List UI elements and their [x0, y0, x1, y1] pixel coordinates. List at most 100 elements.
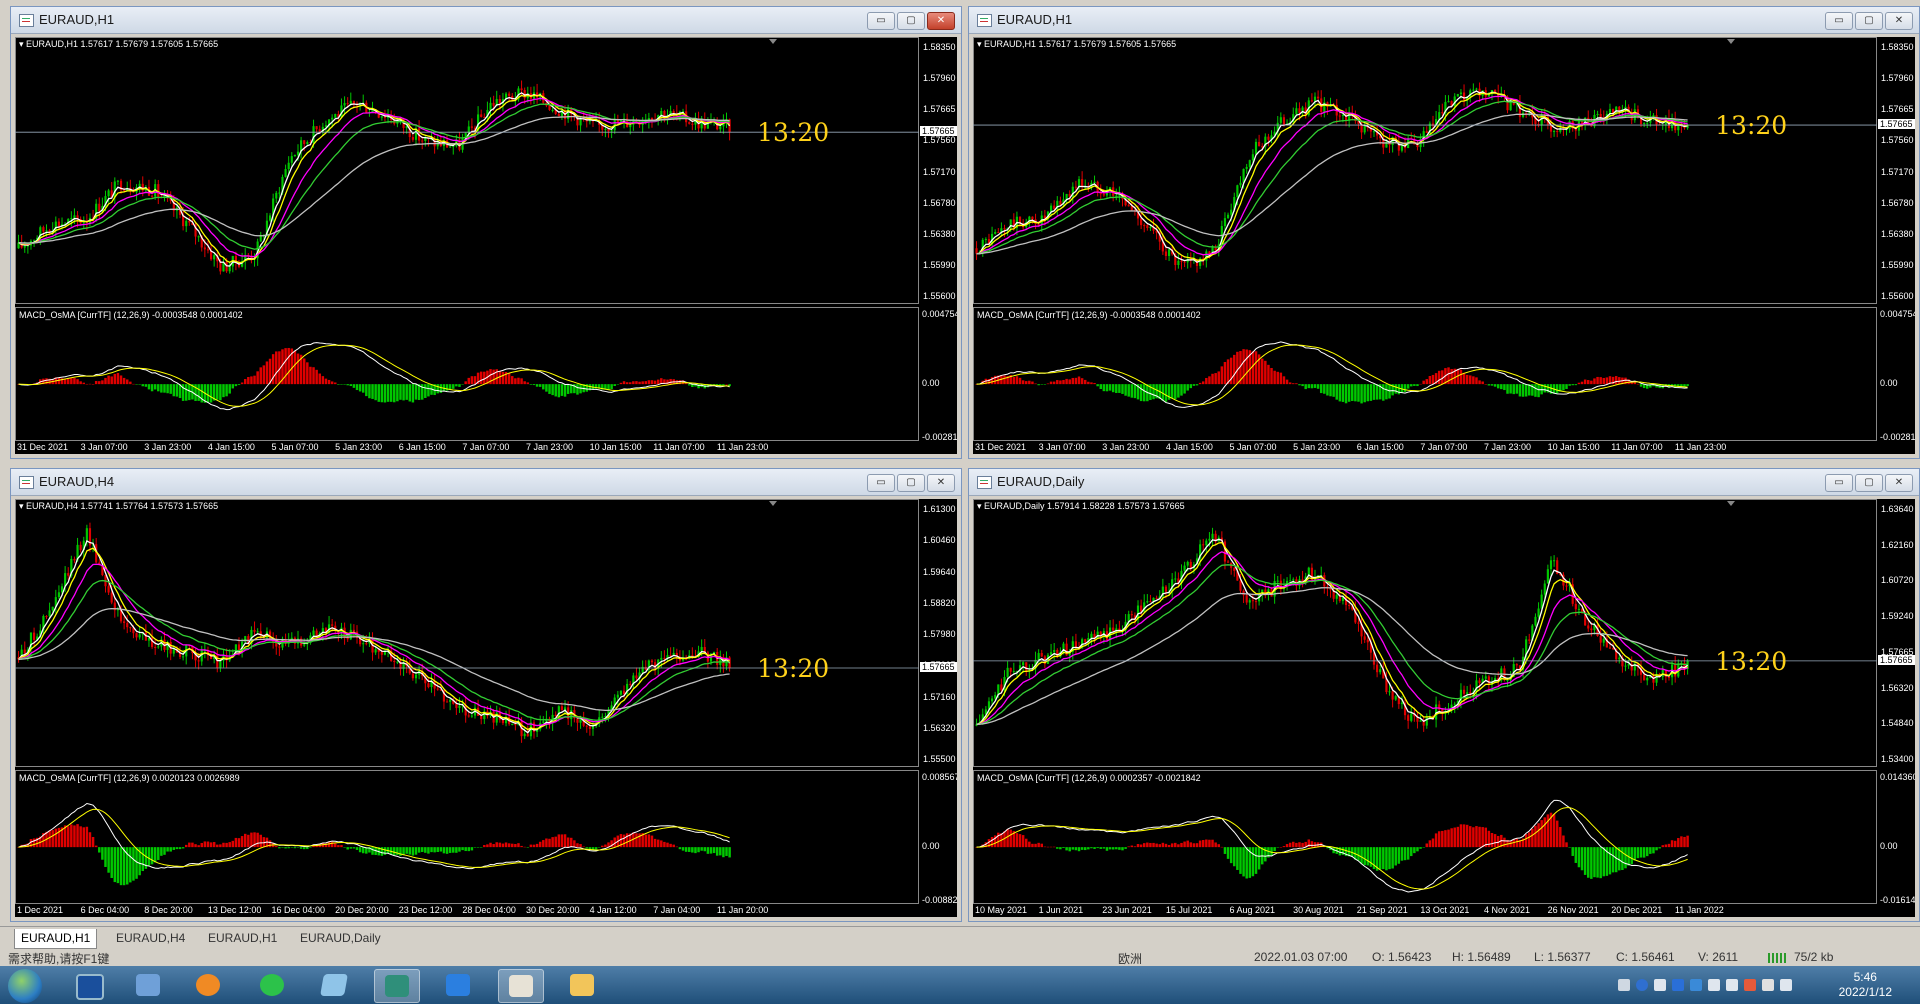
- candle-body: [1239, 182, 1242, 186]
- osma-bar: [1180, 384, 1183, 396]
- osma-bar: [1568, 847, 1571, 848]
- maximize-button[interactable]: ▢: [897, 474, 925, 492]
- tab-euraud-h4[interactable]: EURAUD,H4: [110, 929, 191, 948]
- tab-euraud-h1-2[interactable]: EURAUD,H1: [202, 929, 283, 948]
- osma-bar: [231, 840, 235, 848]
- chart-window-euraud-h1-right[interactable]: EURAUD,H1 ▭ ▢ ✕ ▾ EURAUD,H1 1.57617 1.57…: [968, 6, 1920, 459]
- taskbar-wechat-button[interactable]: [250, 969, 294, 1001]
- taskbar-browser-button[interactable]: [186, 969, 230, 1001]
- osma-bar: [1428, 376, 1432, 385]
- usb-icon[interactable]: [1708, 979, 1720, 991]
- osma-bar: [172, 384, 176, 397]
- tab-euraud-h1[interactable]: EURAUD,H1: [14, 929, 98, 949]
- osma-bar: [1093, 382, 1096, 385]
- window-titlebar[interactable]: EURAUD,Daily ▭ ▢ ✕: [969, 469, 1919, 496]
- chart-clock-label: 13:20: [1715, 111, 1788, 141]
- time-axis-label: 5 Jan 23:00: [335, 442, 383, 452]
- close-button[interactable]: ✕: [1885, 12, 1913, 30]
- chart-window-euraud-h1-left[interactable]: EURAUD,H1 ▭ ▢ ✕ ▾ EURAUD,H1 1.57617 1.57…: [10, 6, 962, 459]
- network-icon[interactable]: [1780, 979, 1792, 991]
- osma-bar: [1074, 377, 1078, 385]
- osma-bar: [535, 843, 539, 848]
- mute-icon[interactable]: [1762, 979, 1774, 991]
- settings-icon[interactable]: [1654, 979, 1666, 991]
- osma-bar: [1587, 847, 1590, 878]
- osma-bar: [1313, 842, 1317, 848]
- osma-bar: [408, 384, 412, 402]
- window-titlebar[interactable]: EURAUD,H4 ▭ ▢ ✕: [11, 469, 961, 496]
- minimize-button[interactable]: ▭: [867, 12, 895, 30]
- osma-bar: [1205, 839, 1208, 848]
- osma-bar: [107, 375, 110, 385]
- osma-bar: [1503, 384, 1506, 391]
- taskbar-paint-button[interactable]: [498, 969, 544, 1003]
- shield-icon[interactable]: [1690, 979, 1702, 991]
- candle-body: [1388, 691, 1391, 693]
- taskbar-editor-button[interactable]: [436, 969, 480, 1001]
- chart-window-euraud-daily[interactable]: EURAUD,Daily ▭ ▢ ✕ ▾ EURAUD,Daily 1.5791…: [968, 468, 1920, 922]
- taskbar-clock[interactable]: 5:46 2022/1/12: [1839, 970, 1892, 1000]
- osma-bar: [302, 847, 306, 850]
- osma-bar: [597, 847, 601, 848]
- taskbar-notes-button[interactable]: [312, 969, 356, 1001]
- volume-icon[interactable]: [1726, 979, 1738, 991]
- chart-area[interactable]: ▾ EURAUD,H1 1.57617 1.57679 1.57605 1.57…: [973, 37, 1915, 454]
- chart-window-euraud-h4[interactable]: EURAUD,H4 ▭ ▢ ✕ ▾ EURAUD,H4 1.57741 1.57…: [10, 468, 962, 922]
- close-button[interactable]: ✕: [1885, 474, 1913, 492]
- tab-euraud-daily[interactable]: EURAUD,Daily: [294, 929, 387, 948]
- minimize-button[interactable]: ▭: [867, 474, 895, 492]
- osma-bar: [455, 847, 458, 853]
- taskbar-explorer-button[interactable]: [560, 969, 604, 1001]
- help-icon[interactable]: [1636, 979, 1648, 991]
- start-button[interactable]: [8, 969, 42, 1003]
- candle-body: [1363, 636, 1366, 640]
- maximize-button[interactable]: ▢: [897, 12, 925, 30]
- candle-body: [1053, 649, 1056, 653]
- chart-area[interactable]: ▾ EURAUD,H1 1.57617 1.57679 1.57605 1.57…: [15, 37, 957, 454]
- candle-body: [1456, 94, 1459, 97]
- osma-bar: [1018, 834, 1022, 848]
- osma-bar: [371, 384, 374, 399]
- close-button[interactable]: ✕: [927, 12, 955, 30]
- chart-area[interactable]: ▾ EURAUD,Daily 1.57914 1.58228 1.57573 1…: [973, 499, 1915, 917]
- maximize-button[interactable]: ▢: [1855, 12, 1883, 30]
- osma-bar: [1357, 384, 1360, 402]
- taskbar-desktop-button[interactable]: [66, 969, 110, 1001]
- window-titlebar[interactable]: EURAUD,H1 ▭ ▢ ✕: [969, 7, 1919, 34]
- osma-bar: [1226, 359, 1230, 385]
- osma-bar: [1024, 838, 1028, 848]
- candle-body: [719, 126, 722, 130]
- candle-body: [1254, 601, 1258, 603]
- chart-area[interactable]: ▾ EURAUD,H4 1.57741 1.57764 1.57573 1.57…: [15, 499, 957, 917]
- osma-bar: [265, 361, 269, 385]
- minimize-button[interactable]: ▭: [1825, 474, 1853, 492]
- osma-bar: [284, 348, 287, 385]
- osma-bar: [684, 847, 688, 852]
- window-titlebar[interactable]: EURAUD,H1 ▭ ▢ ✕: [11, 7, 961, 34]
- osma-bar: [691, 847, 694, 853]
- osma-bar: [48, 830, 51, 848]
- taskbar-trading-app-button[interactable]: [374, 969, 420, 1003]
- minimize-button[interactable]: ▭: [1825, 12, 1853, 30]
- osma-bar: [253, 375, 256, 385]
- taskbar-control-panel-button[interactable]: [126, 969, 170, 1001]
- osma-bar: [1211, 839, 1214, 848]
- osma-bar: [1537, 823, 1540, 848]
- bluetooth-icon[interactable]: [1672, 979, 1684, 991]
- time-axis-label: 10 Jan 15:00: [1547, 442, 1600, 452]
- osma-bar: [1024, 381, 1028, 385]
- close-button[interactable]: ✕: [927, 474, 955, 492]
- maximize-button[interactable]: ▢: [1855, 474, 1883, 492]
- candle-body: [1447, 101, 1450, 103]
- osc-tick-label: 0.0047546: [922, 309, 957, 319]
- keyboard-icon[interactable]: [1618, 979, 1630, 991]
- monitor-icon: [76, 974, 104, 1000]
- osma-bar: [1142, 384, 1146, 402]
- osma-bar: [225, 842, 228, 848]
- flag-icon[interactable]: [1744, 979, 1756, 991]
- candle-body: [1435, 704, 1438, 720]
- status-profile[interactable]: 欧洲: [1118, 950, 1142, 966]
- candle-body: [107, 190, 110, 197]
- time-axis-label: 23 Jun 2021: [1102, 905, 1152, 915]
- candle-body: [1317, 96, 1320, 99]
